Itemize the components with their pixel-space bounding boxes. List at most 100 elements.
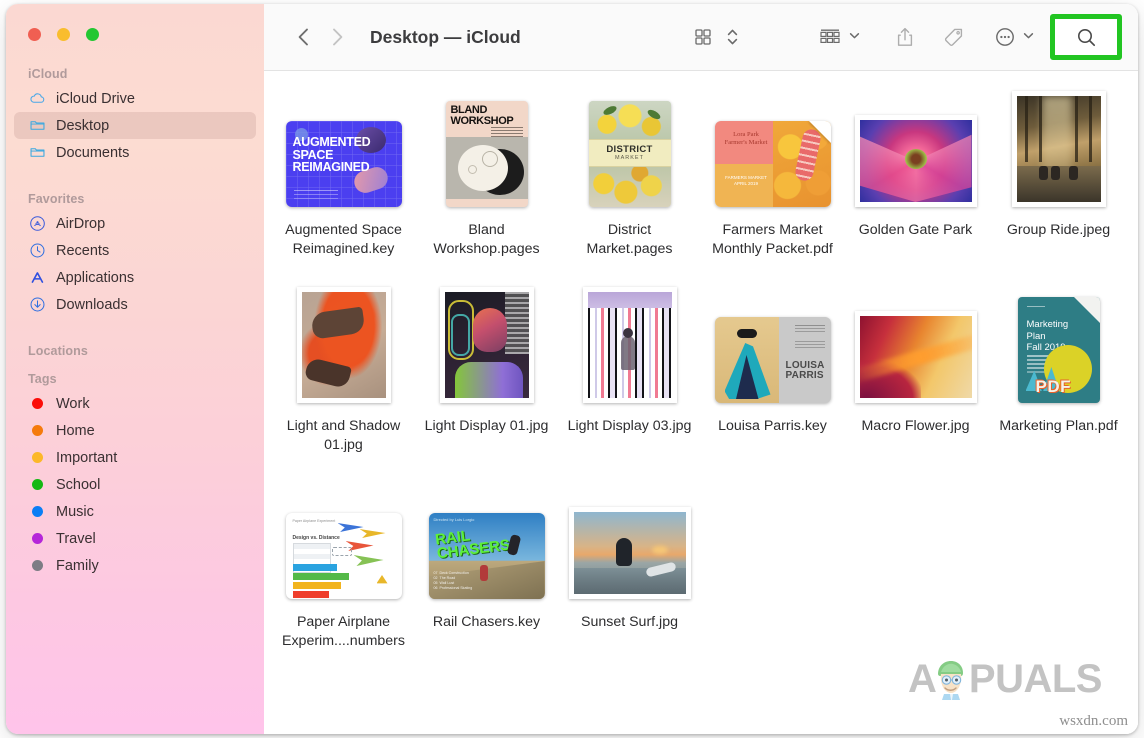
sidebar-group-favorites: AirDrop Recents Applications Downloads bbox=[6, 210, 264, 318]
augmented-space-thumbnail: AUGMENTED SPACE REIMAGINED bbox=[286, 121, 402, 207]
file-thumbnail bbox=[1012, 95, 1106, 207]
thumb-text-line: Lora Park bbox=[733, 131, 759, 138]
file-name: Augmented Space Reimagined.key bbox=[278, 221, 409, 259]
thumb-text-line: Marketing bbox=[1027, 319, 1069, 330]
tag-dot-icon bbox=[28, 476, 46, 494]
sidebar: iCloud iCloud Drive Desktop Documents bbox=[6, 4, 264, 734]
forward-button[interactable] bbox=[320, 20, 354, 54]
file-thumbnail: Directed by Luis Lorgio RAILCHASERS 07 D… bbox=[429, 487, 545, 599]
file-name: Farmers Market Monthly Packet.pdf bbox=[707, 221, 838, 259]
macro-flower-thumbnail bbox=[855, 311, 977, 403]
file-item[interactable]: Light Display 03.jpg bbox=[558, 285, 701, 479]
icon-view-button[interactable] bbox=[687, 22, 719, 52]
sidebar-item-applications[interactable]: Applications bbox=[14, 264, 256, 291]
sidebar-item-downloads[interactable]: Downloads bbox=[14, 291, 256, 318]
search-button[interactable] bbox=[1050, 14, 1122, 60]
light-and-shadow-thumbnail bbox=[297, 287, 391, 403]
rail-chasers-thumbnail: Directed by Luis Lorgio RAILCHASERS 07 D… bbox=[429, 513, 545, 599]
chevron-down-icon[interactable] bbox=[1023, 28, 1034, 46]
file-name: Group Ride.jpeg bbox=[1007, 221, 1110, 240]
file-item[interactable]: BLANDWORKSHOP Bland Workshop.pages bbox=[415, 89, 558, 283]
file-thumbnail bbox=[583, 291, 677, 403]
file-name: Paper Airplane Experim....numbers bbox=[278, 613, 409, 651]
file-item[interactable]: DISTRICT MARKET District Market.pages bbox=[558, 89, 701, 283]
sidebar-tag-home[interactable]: Home bbox=[14, 417, 256, 444]
share-button[interactable] bbox=[888, 22, 922, 52]
sidebar-tag-work[interactable]: Work bbox=[14, 390, 256, 417]
sidebar-item-label: School bbox=[56, 477, 100, 493]
thumb-text-line: PARRIS bbox=[786, 370, 824, 381]
sidebar-item-label: Home bbox=[56, 423, 95, 439]
sidebar-tag-music[interactable]: Music bbox=[14, 498, 256, 525]
file-item[interactable]: Golden Gate Park bbox=[844, 89, 987, 283]
file-item[interactable]: Directed by Luis Lorgio RAILCHASERS 07 D… bbox=[415, 481, 558, 675]
sidebar-item-airdrop[interactable]: AirDrop bbox=[14, 210, 256, 237]
file-item[interactable]: AUGMENTED SPACE REIMAGINED Augmented Spa… bbox=[272, 89, 415, 283]
sidebar-tag-family[interactable]: Family bbox=[14, 552, 256, 579]
file-name: Light Display 03.jpg bbox=[568, 417, 692, 436]
sunset-surf-thumbnail bbox=[569, 507, 691, 599]
search-icon bbox=[1076, 27, 1097, 48]
sidebar-group-tags: Work Home Important School Music Travel bbox=[6, 390, 264, 579]
sidebar-item-label: Downloads bbox=[56, 297, 128, 313]
file-item[interactable]: Sunset Surf.jpg bbox=[558, 481, 701, 675]
paper-airplane-thumbnail: Paper Airplane Experiment Design vs. Dis… bbox=[286, 513, 402, 599]
window-controls bbox=[6, 4, 264, 41]
file-item[interactable]: Paper Airplane Experiment Design vs. Dis… bbox=[272, 481, 415, 675]
back-button[interactable] bbox=[286, 20, 320, 54]
view-controls bbox=[687, 22, 746, 52]
thumb-text-line: WORKSHOP bbox=[451, 115, 514, 127]
file-name: Macro Flower.jpg bbox=[861, 417, 969, 436]
group-by-button[interactable] bbox=[812, 22, 848, 52]
view-arrange-button[interactable] bbox=[719, 22, 746, 52]
chevron-down-icon[interactable] bbox=[849, 28, 860, 46]
sidebar-tag-important[interactable]: Important bbox=[14, 444, 256, 471]
page-title: Desktop — iCloud bbox=[370, 27, 521, 48]
file-thumbnail bbox=[855, 95, 977, 207]
tag-dot-icon bbox=[28, 449, 46, 467]
tag-dot-icon bbox=[28, 422, 46, 440]
file-item[interactable]: Macro Flower.jpg bbox=[844, 285, 987, 479]
file-item[interactable]: Light Display 01.jpg bbox=[415, 285, 558, 479]
sidebar-item-recents[interactable]: Recents bbox=[14, 237, 256, 264]
sidebar-item-desktop[interactable]: Desktop bbox=[14, 112, 256, 139]
tag-dot-icon bbox=[28, 530, 46, 548]
tag-dot-icon bbox=[28, 503, 46, 521]
file-name: Marketing Plan.pdf bbox=[999, 417, 1117, 436]
file-thumbnail bbox=[440, 291, 534, 403]
close-button[interactable] bbox=[28, 28, 41, 41]
file-thumbnail bbox=[569, 487, 691, 599]
file-item[interactable]: Light and Shadow 01.jpg bbox=[272, 285, 415, 479]
finder-window: iCloud iCloud Drive Desktop Documents bbox=[6, 4, 1138, 734]
thumb-text-line: FARMERS MARKET APRIL 2019 bbox=[721, 175, 772, 187]
file-item[interactable]: Group Ride.jpeg bbox=[987, 89, 1130, 283]
group-by-control bbox=[812, 22, 860, 52]
file-thumbnail: LOUISAPARRIS bbox=[715, 291, 831, 403]
file-thumbnail: Marketing Plan Fall 2019 PDF bbox=[1018, 291, 1100, 403]
sidebar-item-label: Music bbox=[56, 504, 94, 520]
sidebar-tag-travel[interactable]: Travel bbox=[14, 525, 256, 552]
tags-button[interactable] bbox=[936, 22, 972, 52]
zoom-button[interactable] bbox=[86, 28, 99, 41]
main-area: Desktop — iCloud bbox=[264, 4, 1138, 734]
thumb-text-line: REIMAGINED bbox=[293, 160, 370, 174]
sidebar-item-icloud-drive[interactable]: iCloud Drive bbox=[14, 85, 256, 112]
louisa-parris-thumbnail: LOUISAPARRIS bbox=[715, 317, 831, 403]
more-actions-control bbox=[988, 22, 1034, 52]
file-name: District Market.pages bbox=[564, 221, 695, 259]
thumb-text-line: DISTRICT bbox=[589, 144, 671, 155]
minimize-button[interactable] bbox=[57, 28, 70, 41]
sidebar-item-label: iCloud Drive bbox=[56, 91, 135, 107]
sidebar-item-documents[interactable]: Documents bbox=[14, 139, 256, 166]
sidebar-tag-school[interactable]: School bbox=[14, 471, 256, 498]
tag-dot-icon bbox=[28, 395, 46, 413]
more-actions-button[interactable] bbox=[988, 22, 1022, 52]
file-thumbnail bbox=[297, 291, 391, 403]
file-item[interactable]: Marketing Plan Fall 2019 PDF Marketing P… bbox=[987, 285, 1130, 479]
tag-dot-icon bbox=[28, 557, 46, 575]
light-display-01-thumbnail bbox=[440, 287, 534, 403]
file-item[interactable]: Lora ParkFarmer's Market FARMERS MARKET … bbox=[701, 89, 844, 283]
file-item[interactable]: LOUISAPARRIS Louisa Parris.key bbox=[701, 285, 844, 479]
district-market-thumbnail: DISTRICT MARKET bbox=[589, 101, 671, 207]
sidebar-item-label: Family bbox=[56, 558, 99, 574]
